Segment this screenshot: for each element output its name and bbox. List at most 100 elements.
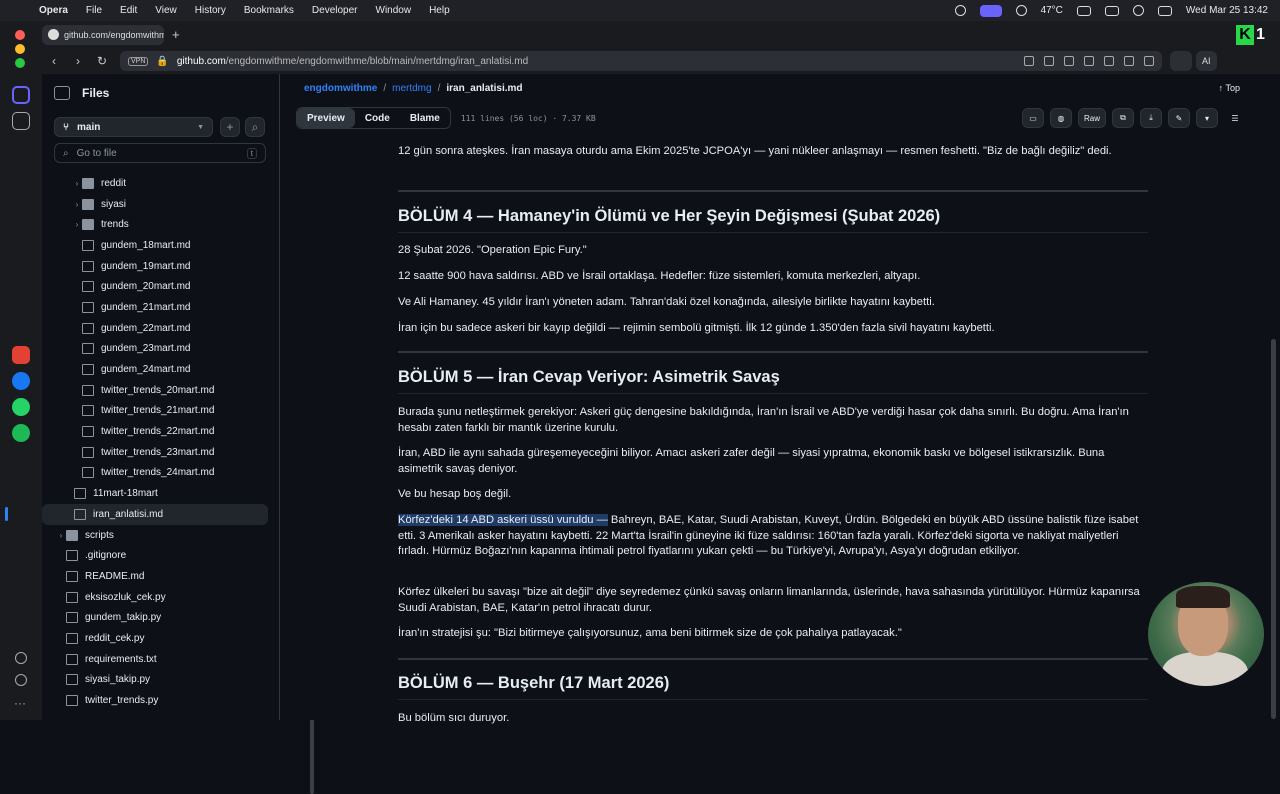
browser-tab[interactable]: github.com/engdomwithme/mertdmg ✕	[42, 24, 164, 45]
top-link[interactable]: ↑ Top	[1219, 83, 1240, 93]
tree-file[interactable]: iran_anlatisi.md	[5, 504, 268, 525]
temperature-readout[interactable]: 47°C	[1041, 5, 1063, 16]
tree-file[interactable]: twitter_trends.py	[42, 690, 268, 711]
menu-app-name[interactable]: Opera	[30, 5, 77, 16]
profile-icon[interactable]	[1144, 56, 1154, 66]
messenger-icon[interactable]	[12, 372, 30, 390]
code-space-icon[interactable]: ◍	[1049, 108, 1072, 128]
tree-file[interactable]: requirements.txt	[42, 649, 268, 670]
menu-bookmarks[interactable]: Bookmarks	[235, 5, 303, 16]
dark-mode-icon[interactable]	[1132, 5, 1144, 16]
favorites-icon[interactable]	[15, 652, 27, 664]
tree-file[interactable]: gundem_20mart.md	[42, 276, 268, 297]
menu-edit[interactable]: Edit	[111, 5, 146, 16]
tree-file[interactable]: twitter_trends_24mart.md	[42, 463, 268, 484]
tree-folder[interactable]: › reddit	[42, 173, 268, 194]
battery-icon[interactable]	[1104, 5, 1119, 16]
tree-file[interactable]: .gitignore	[42, 545, 268, 566]
breadcrumb-folder[interactable]: mertdmg	[392, 83, 431, 94]
menu-history[interactable]: History	[186, 5, 235, 16]
tree-file[interactable]: twitter_trends_22mart.md	[42, 421, 268, 442]
add-file-button[interactable]: +	[220, 117, 240, 137]
tab-preview[interactable]: Preview	[297, 108, 355, 128]
control-center-icon[interactable]	[1157, 5, 1172, 16]
tree-file[interactable]: gundem_19mart.md	[42, 256, 268, 277]
status-app-icon[interactable]	[954, 5, 966, 16]
menu-view[interactable]: View	[146, 5, 186, 16]
extensions-icon[interactable]	[1170, 51, 1192, 71]
edit-icon[interactable]	[1024, 56, 1034, 66]
tree-file[interactable]: gundem_takip.py	[42, 607, 268, 628]
raw-button[interactable]: Raw	[1077, 108, 1106, 128]
minimize-window-icon[interactable]	[15, 44, 25, 54]
tree-file[interactable]: gundem_21mart.md	[42, 297, 268, 318]
tab-code[interactable]: Code	[355, 108, 400, 128]
content-scrollbar[interactable]	[1271, 339, 1276, 719]
more-icon[interactable]: ···	[14, 696, 32, 714]
history-icon[interactable]	[15, 674, 27, 686]
tree-file[interactable]: twitter_trends_23mart.md	[42, 442, 268, 463]
edit-pencil-icon[interactable]: ✎	[1168, 108, 1190, 128]
copy-icon[interactable]: ⧉	[1112, 108, 1134, 128]
menu-file[interactable]: File	[77, 5, 111, 16]
spotify-icon[interactable]	[12, 424, 30, 442]
menu-help[interactable]: Help	[420, 5, 459, 16]
back-icon[interactable]: ‹	[42, 54, 66, 68]
vpn-status-icon[interactable]	[1015, 5, 1027, 16]
tab-blame[interactable]: Blame	[400, 108, 450, 128]
tree-file[interactable]: eksisozluk_cek.py	[42, 587, 268, 608]
copilot-icon[interactable]: ▭	[1021, 108, 1044, 128]
search-icon[interactable]: ⌕	[245, 117, 265, 137]
forward-icon[interactable]: ›	[66, 54, 90, 68]
menu-lines-icon[interactable]	[1124, 56, 1134, 66]
tree-file[interactable]: gundem_22mart.md	[42, 318, 268, 339]
tree-file[interactable]: siyasi_takip.py	[42, 670, 268, 691]
selected-text[interactable]: Körfez'deki 14 ABD askeri üssü vuruldu —	[398, 514, 608, 526]
folder-icon	[82, 177, 94, 189]
gmail-icon[interactable]	[12, 346, 30, 364]
breadcrumb-owner[interactable]: engdomwithme	[304, 83, 377, 94]
vpn-badge[interactable]: VPN	[128, 56, 149, 66]
chevron-right-icon[interactable]: ›	[72, 179, 82, 188]
tree-folder[interactable]: › siyasi	[42, 194, 268, 215]
chevron-right-icon[interactable]: ›	[56, 531, 66, 540]
menu-window[interactable]: Window	[367, 5, 421, 16]
download-icon[interactable]: ⤓	[1140, 108, 1162, 128]
branch-selector[interactable]: ⑂ main ▼	[54, 117, 213, 137]
tree-folder[interactable]: › scripts	[42, 525, 268, 546]
send-icon[interactable]	[1084, 56, 1094, 66]
tree-file[interactable]: reddit_cek.py	[42, 628, 268, 649]
chevron-down-icon[interactable]: ▾	[1196, 108, 1218, 128]
reload-icon[interactable]: ↻	[90, 54, 114, 68]
tree-file[interactable]: README.md	[42, 566, 268, 587]
tree-file[interactable]: 11mart-18mart	[42, 483, 268, 504]
home-icon[interactable]	[12, 86, 30, 104]
new-tab-icon[interactable]: +	[172, 27, 180, 42]
heart-icon[interactable]	[1104, 56, 1114, 66]
chevron-right-icon[interactable]: ›	[72, 200, 82, 209]
screen-share-icon[interactable]	[979, 4, 1002, 17]
adblock-icon[interactable]	[1064, 56, 1074, 66]
address-field[interactable]: VPN 🔒 github.com/engdomwithme/engdomwith…	[120, 51, 1162, 71]
tree-file[interactable]: twitter_trends_21mart.md	[42, 401, 268, 422]
tree-folder[interactable]: › trends	[42, 214, 268, 235]
tree-file[interactable]: gundem_23mart.md	[42, 339, 268, 360]
zoom-window-icon[interactable]	[15, 58, 25, 68]
url-text[interactable]: github.com/engdomwithme/engdomwithme/blo…	[177, 56, 528, 67]
tree-file[interactable]: gundem_24mart.md	[42, 359, 268, 380]
menu-developer[interactable]: Developer	[303, 5, 367, 16]
pinboard-icon[interactable]	[12, 112, 30, 130]
display-icon[interactable]	[1076, 5, 1091, 16]
menubar-clock[interactable]: Wed Mar 25 13:42	[1186, 5, 1268, 16]
chevron-right-icon[interactable]: ›	[72, 220, 82, 229]
ai-button[interactable]: AI	[1196, 51, 1217, 71]
whatsapp-icon[interactable]	[12, 398, 30, 416]
file-tree-panel: Files ⑂ main ▼ + ⌕ ⌕ Go to file t › reddi…	[5, 74, 314, 794]
close-window-icon[interactable]	[15, 30, 25, 40]
camera-icon[interactable]	[1044, 56, 1054, 66]
collapse-panel-icon[interactable]	[54, 86, 70, 100]
tree-file[interactable]: twitter_trends_20mart.md	[42, 380, 268, 401]
tree-file[interactable]: gundem_18mart.md	[42, 235, 268, 256]
go-to-file-input[interactable]: ⌕ Go to file t	[54, 143, 266, 163]
outline-list-icon[interactable]: ☰	[1224, 108, 1246, 128]
